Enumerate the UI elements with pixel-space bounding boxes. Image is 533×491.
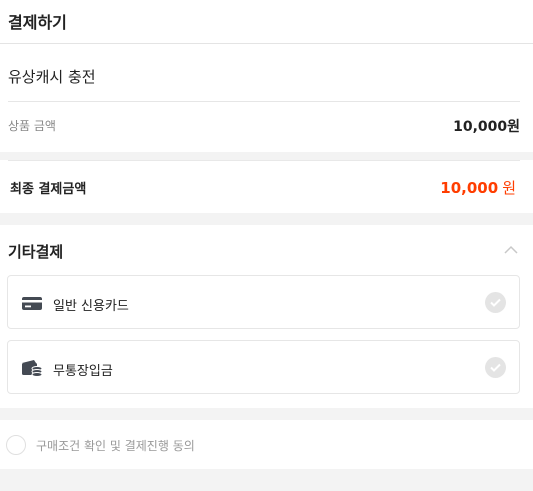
payment-option-credit-card[interactable]: 일반 신용카드 xyxy=(7,275,520,329)
header: 결제하기 xyxy=(0,0,533,44)
section-gap xyxy=(0,152,533,160)
section-gap xyxy=(0,408,533,420)
payment-option-label: 일반 신용카드 xyxy=(53,299,129,314)
final-amount-section: 최종 결제금액 10,000 원 xyxy=(0,160,533,213)
payment-option-bank-transfer[interactable]: 무통장입금 xyxy=(7,340,520,394)
final-amount-number: 10,000 xyxy=(440,179,499,197)
agreement-row[interactable]: 구매조건 확인 및 결제진행 동의 xyxy=(0,420,533,469)
final-amount-label: 최종 결제금액 xyxy=(10,182,87,197)
product-name: 유상캐시 충전 xyxy=(8,68,96,86)
product-amount-value: 10,000원 xyxy=(453,119,520,135)
check-icon[interactable] xyxy=(485,357,506,378)
page-title: 결제하기 xyxy=(8,13,67,32)
payment-section-title: 기타결제 xyxy=(8,243,64,261)
final-amount-unit: 원 xyxy=(502,179,516,197)
section-gap xyxy=(0,213,533,225)
section-gap xyxy=(0,469,533,491)
divider xyxy=(8,160,520,161)
payment-option-label: 무통장입금 xyxy=(53,364,113,379)
divider xyxy=(8,101,520,102)
credit-card-icon xyxy=(22,297,42,310)
final-amount-value: 10,000 원 xyxy=(440,177,516,198)
product-amount-label: 상품 금액 xyxy=(8,119,56,133)
agreement-label: 구매조건 확인 및 결제진행 동의 xyxy=(36,439,195,453)
chevron-up-icon[interactable] xyxy=(504,245,518,255)
product-section: 유상캐시 충전 상품 금액 10,000원 xyxy=(0,44,533,152)
check-icon[interactable] xyxy=(485,292,506,313)
wallet-coins-icon xyxy=(22,360,43,377)
agreement-radio[interactable] xyxy=(6,435,26,455)
payment-method-section: 기타결제 일반 신용카드 무통장입금 xyxy=(0,225,533,408)
